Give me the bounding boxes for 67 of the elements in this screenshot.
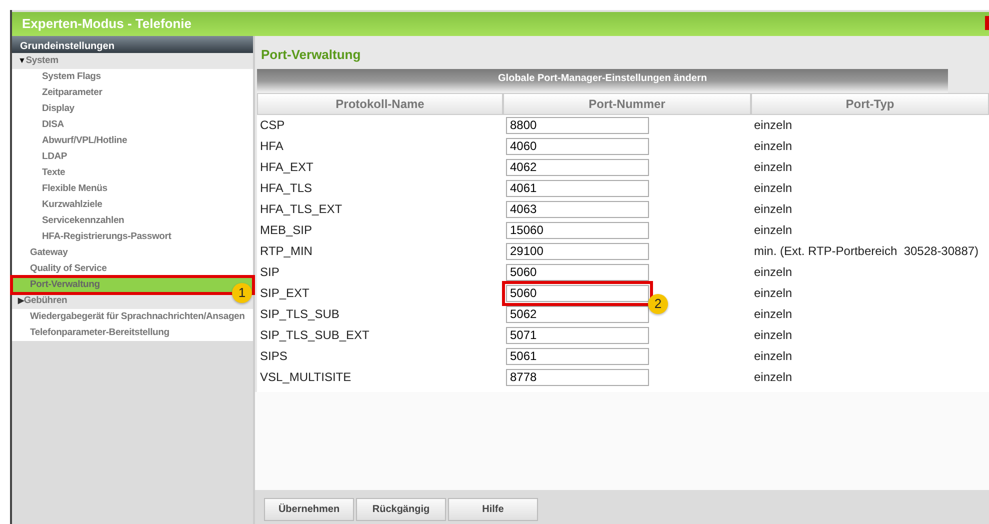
table-cell-text: SIP_TLS_SUB_EXT xyxy=(260,327,370,344)
sidebar-item[interactable]: Flexible Menüs xyxy=(12,181,253,197)
table-cell-text: einzeln xyxy=(754,327,792,344)
tree-node-label[interactable]: System xyxy=(26,55,58,66)
expander-icon[interactable]: ▼ xyxy=(18,56,26,65)
table-cell-text: RTP_MIN xyxy=(260,243,312,260)
port-field[interactable]: 15060 xyxy=(506,222,649,238)
sidebar-header: Grundeinstellungen xyxy=(12,36,253,53)
expander-icon[interactable]: ▶ xyxy=(18,296,24,305)
table-cell-text: MEB_SIP xyxy=(260,222,312,239)
port-field[interactable]: 4062 xyxy=(506,158,649,176)
port-field[interactable]: 4060 xyxy=(506,138,649,154)
table-cell-text: einzeln xyxy=(754,222,792,239)
tree-node-label[interactable]: Gebühren xyxy=(24,295,68,306)
table-cell-text: einzeln xyxy=(754,306,792,323)
table-cell-text: einzeln xyxy=(754,285,792,302)
table-cell-text: einzeln xyxy=(754,201,792,218)
table-cell-text: einzeln xyxy=(754,369,792,386)
table-cell-text: einzeln xyxy=(754,180,792,197)
table-cell-text: CSP xyxy=(260,117,285,134)
table-cell-text: einzeln xyxy=(754,117,792,134)
sidebar-item[interactable]: HFA-Registrierungs-Passwort xyxy=(12,229,253,245)
sidebar-item[interactable]: Telefonparameter-Bereitstellung xyxy=(12,325,253,341)
sidebar-item[interactable]: Texte xyxy=(12,165,253,181)
table-cell-text: einzeln xyxy=(754,348,792,365)
table-cell-text: VSL_MULTISITE xyxy=(260,369,352,386)
port-field[interactable]: 4061 xyxy=(506,180,649,196)
sidebar-item[interactable]: DISA xyxy=(12,117,253,133)
table-cell-text: min. (Ext. RTP-Portbereich 30528-30887) xyxy=(754,243,979,260)
column-header: Port-Nummer xyxy=(503,92,751,114)
callout-marker: 2 xyxy=(648,294,668,314)
sidebar-item[interactable]: Zeitparameter xyxy=(12,85,253,101)
sidebar-item[interactable]: LDAP xyxy=(12,149,253,165)
table-cell-text: einzeln xyxy=(754,264,792,281)
table-cell-text: einzeln xyxy=(754,138,792,155)
column-header: Port-Typ xyxy=(751,92,989,114)
table-cell-text: HFA_EXT xyxy=(260,159,314,176)
sidebar-item[interactable]: Abwurf/VPL/Hotline xyxy=(12,133,253,149)
sidebar-item[interactable]: Wiedergabegerät für Sprachnachrichten/Ansagen xyxy=(12,309,253,325)
section-header: Globale Port-Manager-Einstellungen ändern xyxy=(257,68,948,92)
table-cell-text: SIP_EXT xyxy=(260,285,310,302)
table-cell-text: einzeln xyxy=(754,159,792,176)
port-field[interactable]: 8778 xyxy=(506,368,649,386)
sidebar-item[interactable]: Servicekennzahlen xyxy=(12,213,253,229)
action-button[interactable]: Übernehmen xyxy=(264,498,354,521)
port-field[interactable]: 5071 xyxy=(506,326,649,344)
action-button[interactable]: Hilfe xyxy=(448,498,538,521)
table-cell-text: SIPS xyxy=(260,348,288,365)
sidebar-item[interactable]: Display xyxy=(12,101,253,117)
table-cell-text: SIP xyxy=(260,264,280,281)
page-title: Port-Verwaltung xyxy=(260,46,362,64)
sidebar-item[interactable]: Gateway xyxy=(12,245,253,261)
port-field[interactable]: 4063 xyxy=(506,200,649,218)
port-field[interactable]: 5060 xyxy=(506,264,649,280)
column-header: Protokoll-Name xyxy=(257,92,503,114)
sidebar-item[interactable]: Kurzwahlziele xyxy=(12,197,253,213)
port-field[interactable]: 29100 xyxy=(506,242,649,260)
port-field[interactable]: 5061 xyxy=(506,348,649,364)
sidebar-item[interactable]: System Flags xyxy=(12,69,253,85)
port-field[interactable]: 5062 xyxy=(506,306,649,322)
table-cell-text: HFA xyxy=(260,138,284,155)
action-button[interactable]: Rückgängig xyxy=(356,498,446,521)
table-cell-text: HFA_TLS xyxy=(260,180,312,197)
window-title: Experten-Modus - Telefonie xyxy=(22,15,192,34)
port-field[interactable]: 8800 xyxy=(506,116,649,134)
table-cell-text: SIP_TLS_SUB xyxy=(260,306,340,323)
table-cell-text: HFA_TLS_EXT xyxy=(260,201,342,218)
